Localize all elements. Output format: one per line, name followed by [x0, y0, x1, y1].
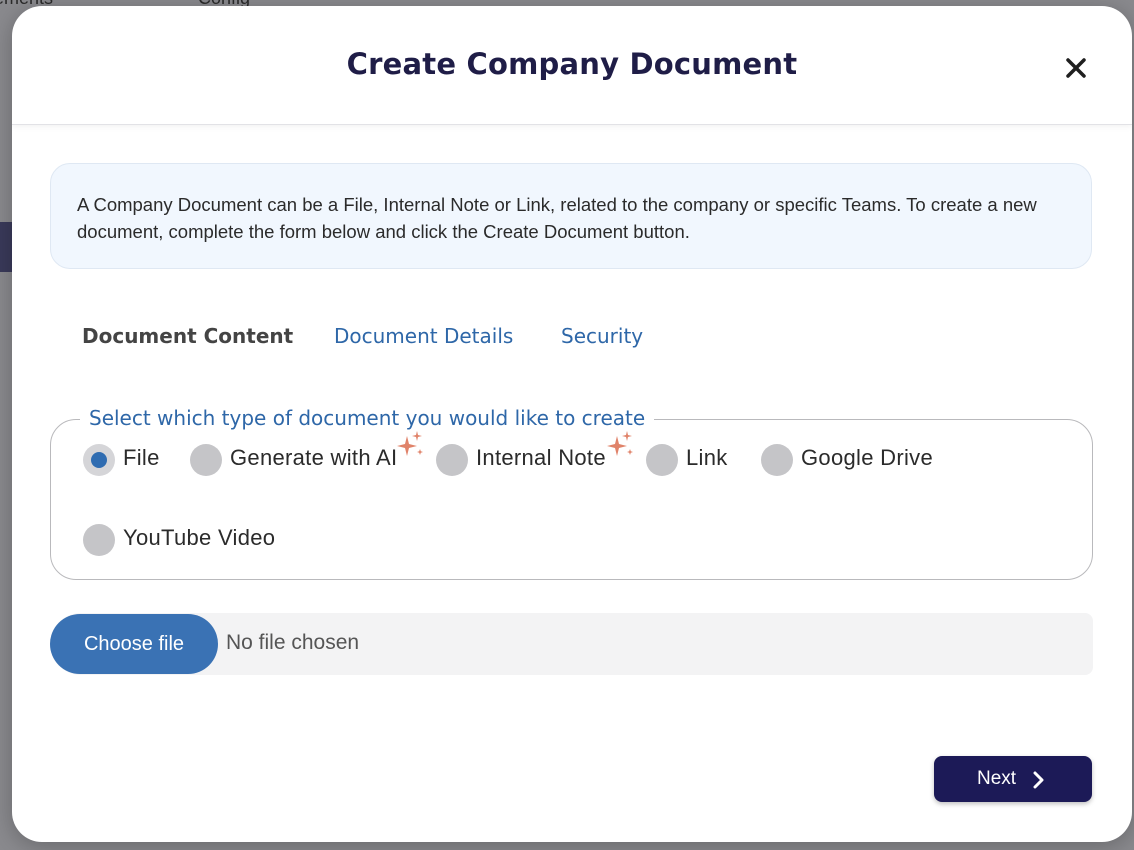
radio-button[interactable]: [83, 524, 115, 556]
chevron-right-icon: [1033, 771, 1044, 789]
tab-document-content[interactable]: Document Content: [82, 324, 293, 348]
tab-security[interactable]: Security: [561, 324, 643, 348]
radio-selected-dot: [91, 452, 107, 468]
close-icon: [1066, 58, 1086, 78]
radio-button[interactable]: [436, 444, 468, 476]
radio-button[interactable]: [83, 444, 115, 476]
radio-label: File: [123, 445, 160, 470]
next-button-label: Next: [977, 768, 1017, 789]
info-text: A Company Document can be a File, Intern…: [77, 194, 1037, 242]
modal-title: Create Company Document: [346, 47, 798, 81]
radio-label: Google Drive: [801, 445, 933, 470]
next-button[interactable]: Next: [934, 756, 1092, 802]
sparkle-icon: [607, 431, 633, 456]
choose-file-button[interactable]: Choose file: [50, 614, 218, 674]
radio-button[interactable]: [190, 444, 222, 476]
modal-header: Create Company Document: [12, 6, 1132, 125]
sparkle-icon: [397, 431, 423, 456]
tab-document-details[interactable]: Document Details: [334, 324, 513, 348]
radio-button[interactable]: [646, 444, 678, 476]
radio-label: Generate with AI: [230, 445, 398, 470]
file-status-text: No file chosen: [226, 631, 360, 654]
document-type-legend: Select which type of document you would …: [80, 406, 655, 430]
create-document-modal: Create Company Document A Company Docume…: [12, 6, 1132, 842]
radio-label: Link: [686, 445, 728, 470]
radio-button[interactable]: [761, 444, 793, 476]
radio-label: Internal Note: [476, 445, 606, 470]
file-input[interactable]: Choose file No file chosen: [50, 613, 1093, 675]
radio-label: YouTube Video: [123, 525, 276, 550]
close-button[interactable]: [1058, 50, 1094, 86]
info-box: A Company Document can be a File, Intern…: [50, 163, 1092, 269]
